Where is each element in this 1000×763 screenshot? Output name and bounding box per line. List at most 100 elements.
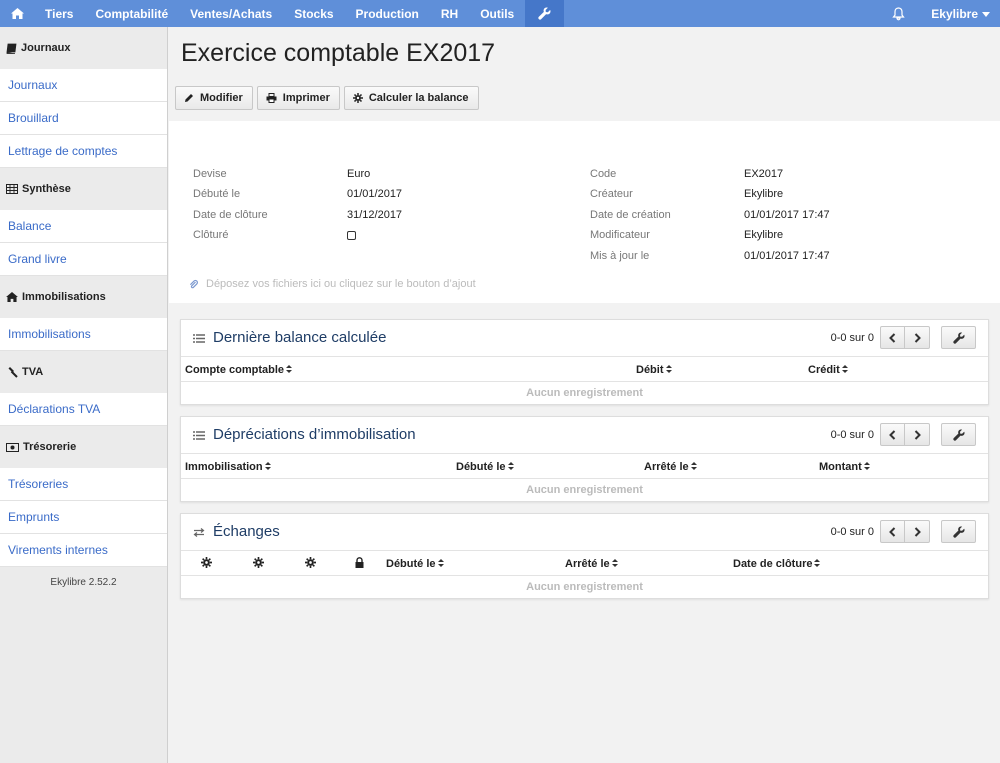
empty-message: Aucun enregistrement <box>526 484 643 496</box>
pager <box>880 520 930 543</box>
navbar-spacer <box>564 0 878 27</box>
sort-icon <box>690 462 697 471</box>
empty-message: Aucun enregistrement <box>526 387 643 399</box>
column-debit[interactable]: Débit <box>636 364 672 376</box>
table-settings-button[interactable] <box>941 326 976 349</box>
previous-page-button[interactable] <box>880 520 905 543</box>
chevron-left-icon <box>889 526 896 537</box>
action-toolbar: Modifier Imprimer Calculer la balance <box>175 86 479 110</box>
pager <box>880 326 930 349</box>
column-label: Arrêté le <box>565 558 610 570</box>
empty-message: Aucun enregistrement <box>526 581 643 593</box>
table-header: Compte comptable Débit Crédit <box>181 356 988 382</box>
value-date-creation: 01/01/2017 17:47 <box>744 209 830 221</box>
nav-stocks[interactable]: Stocks <box>283 0 344 27</box>
file-dropzone[interactable]: Déposez vos fichiers ici ou cliquez sur … <box>169 265 1000 303</box>
sort-icon <box>437 559 444 568</box>
gear-icon[interactable] <box>253 557 264 571</box>
panel-depreciations: Dépréciations d’immobilisation 0-0 sur 0… <box>180 416 989 502</box>
settings-nav-button[interactable] <box>525 0 565 27</box>
nav-outils[interactable]: Outils <box>469 0 525 27</box>
sidebar-section-title: Synthèse <box>22 183 71 195</box>
book-icon <box>6 43 17 54</box>
sort-icon <box>665 365 672 374</box>
nav-production[interactable]: Production <box>345 0 430 27</box>
sidebar-section-title: Immobilisations <box>22 291 106 303</box>
table-settings-button[interactable] <box>941 520 976 543</box>
value-devise: Euro <box>347 168 371 180</box>
label-debute-le: Débuté le <box>193 188 241 200</box>
panel-header: Dépréciations d’immobilisation 0-0 sur 0 <box>181 417 988 453</box>
chevron-right-icon <box>914 429 921 440</box>
column-label: Arrêté le <box>644 461 689 473</box>
list-icon <box>193 334 205 343</box>
label-date-creation: Date de création <box>590 209 671 221</box>
gear-icon[interactable] <box>201 557 212 571</box>
compute-balance-button[interactable]: Calculer la balance <box>343 86 479 110</box>
nav-rh[interactable]: RH <box>430 0 469 27</box>
exchange-icon <box>193 528 205 537</box>
panel-header: Échanges 0-0 sur 0 <box>181 514 988 550</box>
sidebar-item-virements-internes[interactable]: Virements internes <box>0 534 167 567</box>
home-nav-button[interactable] <box>0 0 34 27</box>
gear-icon <box>352 93 363 103</box>
table-settings-button[interactable] <box>941 423 976 446</box>
edit-button[interactable]: Modifier <box>175 86 253 110</box>
money-icon <box>6 442 19 452</box>
home-icon <box>11 8 24 19</box>
print-button[interactable]: Imprimer <box>256 86 340 110</box>
nav-tiers[interactable]: Tiers <box>34 0 84 27</box>
user-menu[interactable]: Ekylibre <box>919 0 1000 27</box>
column-debute-le[interactable]: Débuté le <box>456 461 514 473</box>
notifications-button[interactable] <box>878 0 919 27</box>
sort-icon <box>841 365 848 374</box>
sidebar-item-balance[interactable]: Balance <box>0 210 167 243</box>
pager <box>880 423 930 446</box>
panel-derniere-balance: Dernière balance calculée 0-0 sur 0 Comp… <box>180 319 989 405</box>
previous-page-button[interactable] <box>880 423 905 446</box>
sidebar-section-tresorerie: Trésorerie <box>0 426 167 468</box>
nav-comptabilite[interactable]: Comptabilité <box>84 0 179 27</box>
next-page-button[interactable] <box>905 326 930 349</box>
gear-icon[interactable] <box>305 557 316 571</box>
chevron-right-icon <box>914 332 921 343</box>
column-compte-comptable[interactable]: Compte comptable <box>185 364 293 376</box>
label-createur: Créateur <box>590 188 633 200</box>
pager-count: 0-0 sur 0 <box>830 429 874 441</box>
sidebar-item-brouillard[interactable]: Brouillard <box>0 102 167 135</box>
next-page-button[interactable] <box>905 520 930 543</box>
sidebar-item-lettrage[interactable]: Lettrage de comptes <box>0 135 167 168</box>
print-button-label: Imprimer <box>282 92 330 104</box>
paperclip-icon <box>189 279 198 288</box>
table-icon <box>6 184 18 194</box>
column-credit[interactable]: Crédit <box>808 364 848 376</box>
sort-icon <box>507 462 514 471</box>
column-arrete-le[interactable]: Arrêté le <box>565 558 618 570</box>
column-debute-le[interactable]: Débuté le <box>386 558 444 570</box>
nav-ventes-achats[interactable]: Ventes/Achats <box>179 0 283 27</box>
panel-echanges: Échanges 0-0 sur 0 Débuté le Arrêté le D… <box>180 513 989 599</box>
value-date-cloture: 31/12/2017 <box>347 209 403 221</box>
sidebar-item-journaux[interactable]: Journaux <box>0 69 167 102</box>
sidebar-item-grand-livre[interactable]: Grand livre <box>0 243 167 276</box>
sidebar-item-immobilisations[interactable]: Immobilisations <box>0 318 167 351</box>
column-label: Débuté le <box>386 558 436 570</box>
next-page-button[interactable] <box>905 423 930 446</box>
pager-count: 0-0 sur 0 <box>830 526 874 538</box>
sidebar-section-title: Journaux <box>21 42 71 54</box>
sidebar: Journaux Journaux Brouillard Lettrage de… <box>0 27 168 763</box>
sidebar-item-declarations-tva[interactable]: Déclarations TVA <box>0 393 167 426</box>
wrench-icon <box>952 428 965 441</box>
previous-page-button[interactable] <box>880 326 905 349</box>
column-label: Montant <box>819 461 862 473</box>
main-content: Exercice comptable EX2017 Modifier Impri… <box>169 27 1000 763</box>
column-arrete-le[interactable]: Arrêté le <box>644 461 697 473</box>
column-immobilisation[interactable]: Immobilisation <box>185 461 271 473</box>
column-montant[interactable]: Montant <box>819 461 870 473</box>
lock-icon[interactable] <box>355 557 364 571</box>
edit-button-label: Modifier <box>200 92 243 104</box>
sidebar-item-emprunts[interactable]: Emprunts <box>0 501 167 534</box>
label-cloture: Clôturé <box>193 229 229 241</box>
sidebar-item-tresoreries[interactable]: Trésoreries <box>0 468 167 501</box>
column-date-cloture[interactable]: Date de clôture <box>733 558 821 570</box>
